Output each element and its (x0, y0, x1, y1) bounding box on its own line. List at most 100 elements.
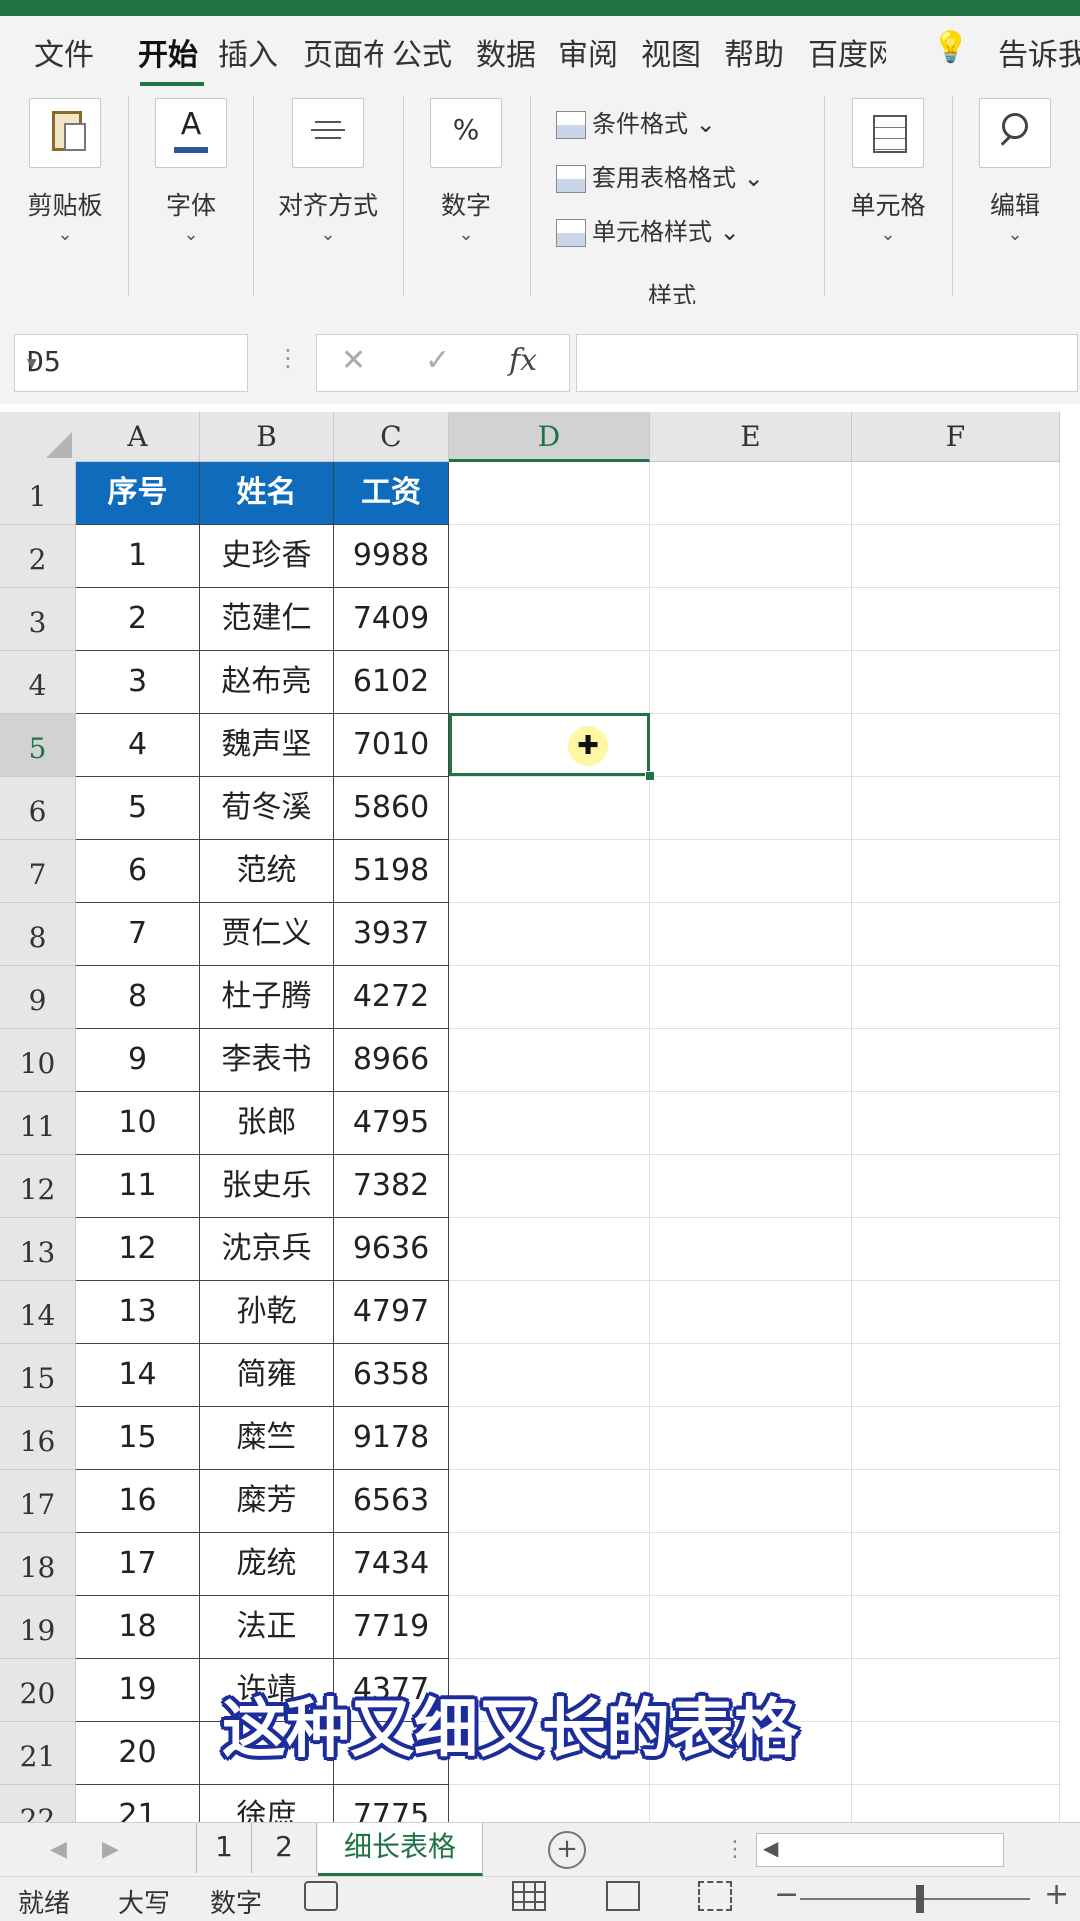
cell-d19[interactable] (449, 1596, 650, 1659)
cell-f17[interactable] (852, 1470, 1060, 1533)
cell-e14[interactable] (650, 1281, 852, 1344)
cell-a9[interactable]: 8 (76, 966, 200, 1029)
cell-d18[interactable] (449, 1533, 650, 1596)
cell-b4[interactable]: 赵布亮 (200, 651, 334, 714)
row-header[interactable]: 10 (0, 1029, 76, 1092)
cell-f12[interactable] (852, 1155, 1060, 1218)
cell-b13[interactable]: 沈京兵 (200, 1218, 334, 1281)
horizontal-scrollbar[interactable]: ◀ (756, 1833, 1004, 1867)
cell-c3[interactable]: 7409 (334, 588, 449, 651)
cell-d11[interactable] (449, 1092, 650, 1155)
cell-a21[interactable]: 20 (76, 1722, 200, 1785)
cell-f4[interactable] (852, 651, 1060, 714)
resize-dots-icon[interactable]: ⋮ (276, 344, 300, 372)
cell-b7[interactable]: 范统 (200, 840, 334, 903)
cancel-icon[interactable]: ✕ (341, 343, 366, 378)
row-header[interactable]: 22 (0, 1785, 76, 1822)
page-layout-view-icon[interactable] (606, 1881, 640, 1911)
row-header[interactable]: 9 (0, 966, 76, 1029)
cell-c16[interactable]: 9178 (334, 1407, 449, 1470)
row-header[interactable]: 7 (0, 840, 76, 903)
cell-f15[interactable] (852, 1344, 1060, 1407)
cell-d15[interactable] (449, 1344, 650, 1407)
cell-b5[interactable]: 魏声坚 (200, 714, 334, 777)
row-header[interactable]: 8 (0, 903, 76, 966)
enter-icon[interactable]: ✓ (425, 343, 450, 378)
cell-c18[interactable]: 7434 (334, 1533, 449, 1596)
cell-c6[interactable]: 5860 (334, 777, 449, 840)
cell-e13[interactable] (650, 1218, 852, 1281)
formula-input[interactable] (576, 334, 1078, 392)
cell-f19[interactable] (852, 1596, 1060, 1659)
cell-f6[interactable] (852, 777, 1060, 840)
cell-a4[interactable]: 3 (76, 651, 200, 714)
cell-a15[interactable]: 14 (76, 1344, 200, 1407)
column-header-b[interactable]: B (200, 412, 334, 462)
cell-e10[interactable] (650, 1029, 852, 1092)
cell-b16[interactable]: 糜竺 (200, 1407, 334, 1470)
sheet-tab-1[interactable]: 1 (196, 1823, 252, 1873)
cell-a7[interactable]: 6 (76, 840, 200, 903)
cell-b10[interactable]: 李表书 (200, 1029, 334, 1092)
cell-f18[interactable] (852, 1533, 1060, 1596)
cell-e18[interactable] (650, 1533, 852, 1596)
column-header-c[interactable]: C (334, 412, 449, 462)
cell-e7[interactable] (650, 840, 852, 903)
cell-c17[interactable]: 6563 (334, 1470, 449, 1533)
page-break-view-icon[interactable] (698, 1881, 732, 1911)
prev-sheet-icon[interactable]: ◀ (50, 1837, 67, 1862)
cell-a16[interactable]: 15 (76, 1407, 200, 1470)
row-header[interactable]: 13 (0, 1218, 76, 1281)
tab-page-layout[interactable]: 页面布 (303, 30, 383, 74)
cell-b12[interactable]: 张史乐 (200, 1155, 334, 1218)
cell-f22[interactable] (852, 1785, 1060, 1822)
cell-a5[interactable]: 4 (76, 714, 200, 777)
cell-c15[interactable]: 6358 (334, 1344, 449, 1407)
row-header[interactable]: 2 (0, 525, 76, 588)
zoom-slider-thumb[interactable] (916, 1885, 924, 1913)
cell-styles-button[interactable]: 单元格样式 ⌄ (556, 212, 740, 247)
cell-d2[interactable] (449, 525, 650, 588)
tab-formulas[interactable]: 公式 (392, 30, 452, 74)
cell-f8[interactable] (852, 903, 1060, 966)
tab-file[interactable]: 文件 (34, 30, 94, 74)
tab-home[interactable]: 开始 (138, 30, 198, 74)
editing-group[interactable]: 编辑 ⌄ (970, 98, 1060, 245)
select-all-button[interactable] (0, 412, 77, 463)
cell-a12[interactable]: 11 (76, 1155, 200, 1218)
cell-b19[interactable]: 法正 (200, 1596, 334, 1659)
cell-a13[interactable]: 12 (76, 1218, 200, 1281)
next-sheet-icon[interactable]: ▶ (102, 1837, 119, 1862)
cell-f16[interactable] (852, 1407, 1060, 1470)
cell-e15[interactable] (650, 1344, 852, 1407)
cell-d7[interactable] (449, 840, 650, 903)
cell-f7[interactable] (852, 840, 1060, 903)
row-header[interactable]: 20 (0, 1659, 76, 1722)
cell-f13[interactable] (852, 1218, 1060, 1281)
cell-a8[interactable]: 7 (76, 903, 200, 966)
cell-b22[interactable]: 徐庶 (200, 1785, 334, 1822)
insert-function-icon[interactable]: fx (509, 343, 537, 378)
cells-group[interactable]: 单元格 ⌄ (840, 98, 936, 245)
cell-d1[interactable] (449, 462, 650, 525)
cell-c12[interactable]: 7382 (334, 1155, 449, 1218)
cell-e22[interactable] (650, 1785, 852, 1822)
row-header[interactable]: 19 (0, 1596, 76, 1659)
cell-d14[interactable] (449, 1281, 650, 1344)
row-header[interactable]: 17 (0, 1470, 76, 1533)
cell-a22[interactable]: 21 (76, 1785, 200, 1822)
tab-help[interactable]: 帮助 (724, 30, 784, 74)
row-header[interactable]: 14 (0, 1281, 76, 1344)
cell-e9[interactable] (650, 966, 852, 1029)
cell-e11[interactable] (650, 1092, 852, 1155)
cell-d17[interactable] (449, 1470, 650, 1533)
row-header[interactable]: 5 (0, 714, 76, 777)
cell-a10[interactable]: 9 (76, 1029, 200, 1092)
cell-b8[interactable]: 贾仁义 (200, 903, 334, 966)
cell-d22[interactable] (449, 1785, 650, 1822)
cell-a3[interactable]: 2 (76, 588, 200, 651)
cell-c8[interactable]: 3937 (334, 903, 449, 966)
cell-d13[interactable] (449, 1218, 650, 1281)
cell-e3[interactable] (650, 588, 852, 651)
clipboard-group[interactable]: 剪贴板 ⌄ (20, 98, 110, 245)
